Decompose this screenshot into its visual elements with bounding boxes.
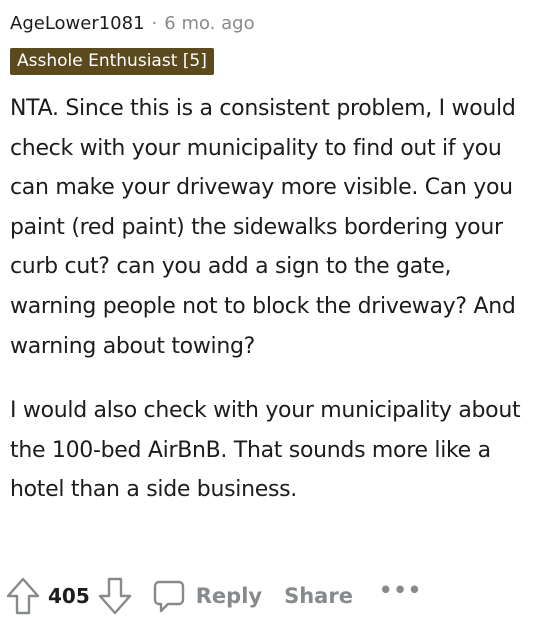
reply-label: Reply: [195, 584, 263, 608]
comment: AgeLower1081 · 6 mo. ago Asshole Enthusi…: [10, 8, 540, 535]
reply-button[interactable]: Reply: [152, 578, 262, 614]
more-options-button[interactable]: •••: [379, 578, 422, 602]
comment-body: NTA. Since this is a consistent problem,…: [10, 89, 540, 510]
comment-actions: 405 Reply Share •••: [6, 574, 422, 618]
share-button[interactable]: Share: [284, 584, 353, 608]
user-flair: Asshole Enthusiast [5]: [10, 48, 214, 75]
comment-paragraph: NTA. Since this is a consistent problem,…: [10, 96, 516, 359]
arrow-down-icon[interactable]: [98, 576, 132, 616]
speech-bubble-icon: [152, 578, 186, 614]
comment-author[interactable]: AgeLower1081: [10, 13, 145, 34]
arrow-up-icon[interactable]: [6, 576, 40, 616]
vote-score: 405: [48, 584, 90, 608]
comment-timestamp[interactable]: 6 mo. ago: [164, 13, 254, 34]
comment-paragraph: I would also check with your municipalit…: [10, 398, 521, 503]
comment-meta: AgeLower1081 · 6 mo. ago: [10, 8, 540, 38]
meta-separator: ·: [151, 12, 158, 34]
